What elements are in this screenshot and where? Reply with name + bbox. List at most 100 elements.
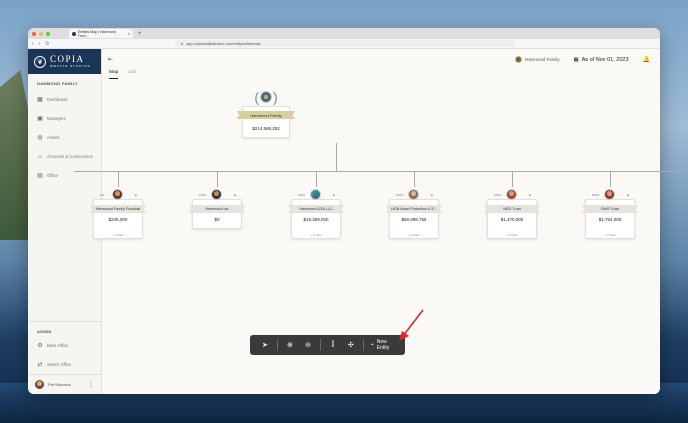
sidebar-item-dashboard[interactable]: ▦ Dashboard bbox=[28, 90, 101, 109]
sidebar-item-back-office[interactable]: ⚙ Back Office bbox=[28, 336, 101, 355]
entity-avatar bbox=[604, 189, 615, 200]
entity-more[interactable]: + 2 New bbox=[586, 233, 634, 237]
topbar: ⇤ Hammond Family ▦ As of Nov 01, 2023 🔔 bbox=[102, 49, 660, 70]
entity-value: $19,359,000 bbox=[303, 217, 329, 222]
reload-icon[interactable]: ↻ bbox=[45, 41, 49, 47]
new-entity-label: New Entity bbox=[376, 339, 390, 351]
sidebar-item-label: Accounts & Connections bbox=[47, 154, 93, 159]
entity-avatar bbox=[112, 189, 123, 200]
sidebar-item-label: Assets bbox=[47, 135, 60, 140]
map-toolbar: ➤ ⊕ ⊖ ⫿ ✣ + New Entity bbox=[250, 335, 405, 355]
entity-node[interactable]: 100% ▰ Hammond USA LLC $19,359,000 + 1 Ne… bbox=[288, 171, 344, 239]
ownership-pct: 100% bbox=[396, 193, 404, 197]
flag-icon: ▰ bbox=[134, 193, 137, 197]
view-tabs: Map List bbox=[102, 70, 660, 79]
select-pointer-icon[interactable]: ➤ bbox=[256, 341, 274, 349]
close-dot[interactable] bbox=[32, 31, 36, 36]
close-tab-icon[interactable]: × bbox=[128, 31, 130, 36]
entity-more[interactable]: + 4 New bbox=[390, 233, 438, 237]
user-menu[interactable]: Pat Wheaton ⋮ bbox=[28, 374, 101, 394]
entity-value: $245,000 bbox=[108, 217, 128, 222]
entity-card[interactable]: Hammond Inc $0 bbox=[189, 199, 245, 229]
logo-name: COPIA bbox=[50, 54, 85, 64]
zoom-out-icon[interactable]: ⊖ bbox=[299, 341, 317, 349]
fit-vertical-icon[interactable]: ⫿ bbox=[324, 341, 342, 349]
entity-avatar bbox=[506, 189, 517, 200]
entity-card[interactable]: HCM Asset Protection & E... $69,098,756 … bbox=[386, 199, 442, 239]
tab-title: Entities Map | Hammond Fami... bbox=[77, 29, 117, 38]
address-bar[interactable]: ⊜ app.copiawealthstudios.com/entity/enti… bbox=[174, 40, 516, 47]
zoom-in-icon[interactable]: ⊕ bbox=[281, 341, 299, 349]
tab-list[interactable]: List bbox=[128, 70, 135, 79]
avatar bbox=[35, 380, 44, 389]
root-entity[interactable]: () Hammond Family $214,588,252 bbox=[235, 89, 297, 138]
entity-more[interactable]: + 2 New bbox=[94, 233, 142, 237]
entity-more[interactable]: + 3 New bbox=[488, 233, 536, 237]
collapse-sidebar-icon[interactable]: ⇤ bbox=[108, 56, 113, 63]
user-name: Pat Wheaton bbox=[48, 382, 72, 387]
entity-card[interactable]: RMS Trust $1,764,000 + 2 New bbox=[582, 199, 638, 239]
connector-line bbox=[336, 143, 337, 171]
entity-name: MES Trust bbox=[484, 205, 540, 213]
sidebar-item-assets[interactable]: ◍ Assets bbox=[28, 128, 101, 147]
sidebar-item-office[interactable]: ▤ Office bbox=[28, 166, 101, 185]
gear-icon: ⚙ bbox=[37, 342, 43, 349]
as-of-date: As of Nov 01, 2023 bbox=[581, 56, 629, 63]
briefcase-icon: ▤ bbox=[37, 172, 43, 179]
entity-name: Hammond Inc bbox=[189, 205, 245, 213]
root-entity-name: Hammond Family bbox=[237, 111, 295, 119]
new-entity-button[interactable]: + New Entity bbox=[371, 339, 399, 351]
tab-map[interactable]: Map bbox=[109, 70, 119, 79]
entity-node[interactable]: 100% ▰ HCM Asset Protection & E... $69,09… bbox=[386, 171, 442, 239]
entity-node[interactable]: 100% ▰ RMS Trust $1,764,000 + 2 New bbox=[582, 171, 638, 239]
sidebar-item-switch-office[interactable]: ⇄ Switch Office bbox=[28, 355, 101, 374]
forward-icon[interactable]: › bbox=[39, 41, 41, 47]
bell-icon[interactable]: 🔔 bbox=[643, 56, 650, 63]
root-entity-value: $214,588,252 bbox=[252, 126, 280, 131]
globe-icon: ◍ bbox=[37, 134, 43, 141]
entity-name: Hammond USA LLC bbox=[288, 205, 344, 213]
flag-icon: ▰ bbox=[332, 193, 335, 197]
sidebar-item-label: Office bbox=[47, 173, 58, 178]
family-name: Hammond Family bbox=[525, 57, 560, 62]
sidebar-item-label: Dashboard bbox=[47, 97, 68, 102]
root-entity-card[interactable]: Hammond Family $214,588,252 bbox=[237, 106, 295, 138]
entity-card[interactable]: Hammond Family Foundati $245,000 + 2 New bbox=[90, 199, 146, 239]
browser-tab[interactable]: Entities Map | Hammond Fami... × bbox=[69, 29, 133, 38]
entity-card[interactable]: Hammond USA LLC $19,359,000 + 1 New bbox=[288, 199, 344, 239]
url-text: app.copiawealthstudios.com/entity/entiti… bbox=[186, 41, 261, 46]
more-icon[interactable]: ⋮ bbox=[88, 381, 94, 388]
family-selector[interactable]: Hammond Family bbox=[515, 56, 560, 63]
logo-sub: WEALTH STUDIOS bbox=[50, 64, 91, 68]
center-icon[interactable]: ✣ bbox=[342, 341, 360, 349]
bank-icon: ⌂ bbox=[38, 153, 42, 160]
annotation-arrow bbox=[399, 309, 424, 341]
entity-node[interactable]: 100% ▰ MES Trust $1,470,000 + 3 New bbox=[484, 171, 540, 239]
sidebar-section-title: HAMMOND FAMILY bbox=[37, 81, 78, 86]
flag-icon: ▰ bbox=[430, 193, 433, 197]
flag-icon: ▰ bbox=[528, 193, 531, 197]
new-tab-icon[interactable]: + bbox=[138, 31, 142, 37]
sidebar-item-label: Switch Office bbox=[47, 362, 72, 367]
minimize-dot[interactable] bbox=[39, 31, 43, 36]
entity-card[interactable]: MES Trust $1,470,000 + 3 New bbox=[484, 199, 540, 239]
entity-name: HCM Asset Protection & E... bbox=[386, 205, 442, 213]
id-card-icon: ▣ bbox=[37, 115, 43, 122]
ownership-pct: 100% bbox=[494, 193, 502, 197]
back-icon[interactable]: ‹ bbox=[32, 41, 34, 47]
site-info-icon[interactable]: ⊜ bbox=[181, 42, 184, 46]
entity-node[interactable]: 0% ▰ Hammond Family Foundati $245,000 + 2… bbox=[90, 171, 146, 239]
sidebar-item-managers[interactable]: ▣ Managers bbox=[28, 109, 101, 128]
entity-more[interactable]: + 1 New bbox=[292, 233, 340, 237]
sidebar: ❦ COPIA WEALTH STUDIOS HAMMOND FAMILY ▦ D… bbox=[28, 49, 102, 394]
url-bar-row: ‹ › ↻ ⊜ app.copiawealthstudios.com/entit… bbox=[28, 39, 660, 49]
zoom-dot[interactable] bbox=[46, 31, 50, 36]
date-selector[interactable]: ▦ As of Nov 01, 2023 bbox=[574, 57, 629, 63]
swap-icon: ⇄ bbox=[37, 361, 43, 368]
logo[interactable]: ❦ COPIA WEALTH STUDIOS bbox=[28, 49, 101, 74]
grid-icon: ▦ bbox=[37, 96, 43, 103]
sidebar-item-accounts[interactable]: ⌂ Accounts & Connections bbox=[28, 147, 101, 166]
entity-node[interactable]: 100% ▰ Hammond Inc $0 bbox=[189, 171, 245, 229]
calendar-icon: ▦ bbox=[573, 56, 579, 63]
plus-icon: + bbox=[370, 342, 374, 348]
